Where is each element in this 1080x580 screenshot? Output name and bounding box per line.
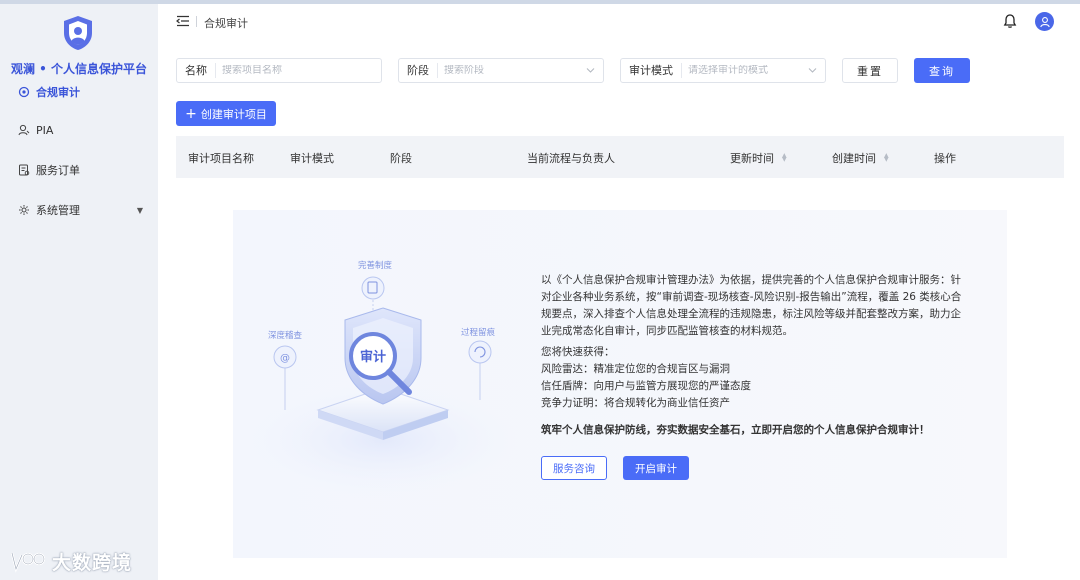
name-filter: 名称 bbox=[176, 58, 382, 83]
sort-icon[interactable]: ▲ ▼ bbox=[884, 153, 889, 163]
audit-illustration: @ 审计 完善制度 深度稽查 过程留痕 bbox=[233, 260, 533, 500]
column-header: 审计项目名称 bbox=[188, 152, 254, 165]
consult-button[interactable]: 服务咨询 bbox=[541, 456, 607, 480]
mode-filter: 审计模式 bbox=[620, 58, 826, 83]
create-audit-button[interactable]: + 创建审计项目 bbox=[176, 101, 276, 126]
chevron-down-icon bbox=[808, 68, 817, 73]
benefits-title: 您将快速获得： bbox=[541, 346, 615, 358]
call-to-action: 筑牢个人信息保护防线，夯实数据安全基石，立即开启您的个人信息保护合规审计！ bbox=[541, 424, 930, 436]
reset-button[interactable]: 重置 bbox=[842, 58, 898, 83]
benefit-item: 风险雷达：精准定位您的合规盲区与漏洞 bbox=[541, 363, 730, 375]
name-search-input[interactable] bbox=[216, 65, 381, 76]
watermark: 大数跨境 bbox=[8, 548, 132, 575]
bell-icon[interactable] bbox=[1002, 13, 1018, 29]
sidebar-item-orders[interactable]: 服务订单 bbox=[18, 160, 143, 180]
audit-icon bbox=[18, 86, 30, 98]
query-button[interactable]: 查询 bbox=[914, 58, 970, 83]
empty-state-panel: @ 审计 完善制度 深度稽查 过程留痕 以《个人信息保护合规审计管理办法》为依据… bbox=[233, 210, 1007, 558]
illustration-center-badge: 审计 bbox=[360, 349, 386, 365]
mode-select[interactable] bbox=[682, 65, 825, 76]
sidebar-item-audit[interactable]: 合规审计 bbox=[18, 82, 143, 102]
gear-icon bbox=[19, 205, 29, 215]
sidebar-item-label: 系统管理 bbox=[36, 204, 80, 217]
top-header: 合规审计 bbox=[158, 4, 1080, 40]
avatar[interactable] bbox=[1035, 12, 1054, 31]
stage-filter-label: 阶段 bbox=[399, 63, 438, 78]
user-icon bbox=[1039, 16, 1050, 27]
table-header: 审计项目名称 审计模式 阶段 当前流程与负责人 更新时间 ▲ ▼ 创建时间 ▲ ▼ … bbox=[176, 136, 1064, 178]
chevron-down-icon bbox=[586, 68, 595, 73]
sidebar-item-label: 合规审计 bbox=[36, 86, 80, 99]
benefit-item: 信任盾牌：向用户与监管方展现您的严谨态度 bbox=[541, 380, 751, 392]
name-filter-label: 名称 bbox=[177, 63, 216, 78]
main-content: 合规审计 名称 阶段 审计模式 重置 查询 + 创建审计项目 审计项目名称 bbox=[158, 4, 1080, 580]
menu-collapse-icon[interactable] bbox=[176, 14, 190, 28]
illustration-label-left: 深度稽查 bbox=[268, 330, 303, 341]
column-header: 审计模式 bbox=[290, 152, 334, 165]
start-audit-button[interactable]: 开启审计 bbox=[623, 456, 689, 480]
sidebar-item-system[interactable]: 系统管理 ▼ bbox=[18, 200, 143, 220]
breadcrumb-divider bbox=[196, 16, 197, 27]
column-header: 阶段 bbox=[390, 152, 412, 165]
illustration-label-right: 过程留痕 bbox=[461, 327, 496, 338]
stage-filter: 阶段 bbox=[398, 58, 604, 83]
shield-logo-icon bbox=[64, 16, 92, 50]
column-header-sortable[interactable]: 更新时间 ▲ ▼ bbox=[730, 150, 787, 166]
svg-text:@: @ bbox=[280, 353, 290, 364]
sort-icon[interactable]: ▲ ▼ bbox=[782, 153, 787, 163]
watermark-logo-icon bbox=[10, 552, 46, 573]
intro-text: 以《个人信息保护合规审计管理办法》为依据，提供完善的个人信息保护合规审计服务：针… bbox=[541, 274, 962, 337]
breadcrumb: 合规审计 bbox=[204, 17, 248, 30]
chevron-down-icon: ▼ bbox=[136, 205, 143, 215]
benefit-item: 竞争力证明：将合规转化为商业信任资产 bbox=[541, 397, 730, 409]
brand-name: 观澜 • 个人信息保护平台 bbox=[10, 62, 148, 76]
column-header: 当前流程与负责人 bbox=[527, 152, 615, 165]
column-header-sortable[interactable]: 创建时间 ▲ ▼ bbox=[832, 150, 889, 166]
user-search-icon bbox=[18, 124, 30, 136]
column-header: 操作 bbox=[934, 152, 956, 165]
order-icon bbox=[19, 164, 30, 176]
create-audit-label: 创建审计项目 bbox=[200, 107, 267, 121]
plus-icon: + bbox=[185, 105, 197, 122]
empty-state-description: 以《个人信息保护合规审计管理办法》为依据，提供完善的个人信息保护合规审计服务：针… bbox=[541, 272, 971, 439]
sidebar-item-label: 服务订单 bbox=[36, 164, 80, 177]
mode-filter-label: 审计模式 bbox=[621, 63, 682, 78]
stage-search-input[interactable] bbox=[438, 65, 603, 76]
sidebar-item-pia[interactable]: PIA bbox=[18, 120, 143, 140]
illustration-label-top: 完善制度 bbox=[358, 260, 393, 271]
watermark-text: 大数跨境 bbox=[52, 552, 133, 574]
sidebar-item-label: PIA bbox=[36, 123, 54, 137]
sidebar: 观澜 • 个人信息保护平台 合规审计 PIA 服务订单 系统管理 ▼ 大数跨境 bbox=[0, 4, 158, 580]
